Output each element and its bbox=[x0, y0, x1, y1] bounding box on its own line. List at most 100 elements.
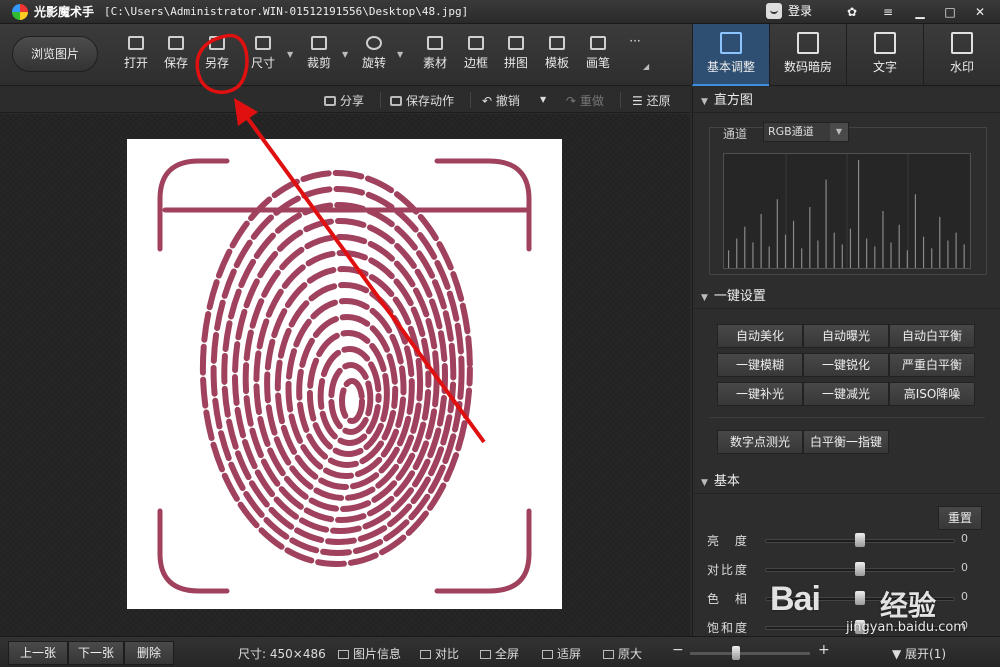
hue-label: 色 相 bbox=[707, 592, 753, 606]
rotate-dropdown-icon[interactable]: ▼ bbox=[397, 50, 405, 59]
rotate-button[interactable]: 旋转 bbox=[356, 36, 392, 71]
minimize-icon[interactable]: ▁ bbox=[906, 1, 934, 23]
histogram-bar bbox=[939, 216, 941, 268]
contrast-slider[interactable] bbox=[855, 562, 865, 576]
photo-canvas[interactable] bbox=[127, 139, 562, 609]
next-image-button[interactable]: 下一张 bbox=[68, 641, 124, 665]
expand-icon: ▼ bbox=[892, 647, 906, 661]
undo-button[interactable]: ↶ 撤销 bbox=[482, 92, 520, 109]
tab-text[interactable]: 文字 bbox=[846, 24, 923, 86]
image-size: 尺寸: 450×486 bbox=[238, 647, 326, 661]
histogram-title: 直方图 bbox=[713, 93, 753, 108]
title-bar: 光影魔术手 [C:\Users\Administrator.WIN-015121… bbox=[0, 0, 1000, 24]
crop-dropdown-icon[interactable]: ▼ bbox=[342, 50, 350, 59]
save-as-button[interactable]: 另存 bbox=[199, 36, 235, 71]
save-label: 保存 bbox=[163, 56, 188, 70]
expand-button[interactable]: ▼ 展开(1) bbox=[892, 645, 946, 662]
histogram-bar bbox=[825, 179, 827, 268]
zoom-slider[interactable] bbox=[732, 646, 740, 660]
sharpen-button[interactable]: 一键锐化 bbox=[803, 353, 889, 377]
skin-icon[interactable]: ✿ bbox=[838, 1, 866, 23]
brightness-value: 0 bbox=[961, 532, 968, 545]
brush-button[interactable]: 画笔 bbox=[580, 36, 616, 71]
image-info-button[interactable]: 图片信息 bbox=[338, 645, 401, 662]
collage-button[interactable]: 拼图 bbox=[498, 36, 534, 71]
size-label: 尺寸 bbox=[250, 56, 275, 70]
login-button[interactable]: 登录 bbox=[766, 2, 812, 19]
more-expand-icon[interactable]: ◢ bbox=[643, 62, 651, 71]
undo-dropdown-icon[interactable]: ▼ bbox=[540, 95, 546, 104]
channel-select[interactable]: RGB通道 ▼ bbox=[763, 122, 849, 142]
original-icon bbox=[603, 650, 614, 659]
app-logo-icon bbox=[12, 3, 28, 20]
brightness-label: 亮 度 bbox=[707, 534, 753, 548]
template-label: 模板 bbox=[544, 56, 569, 70]
delete-button[interactable]: 删除 bbox=[124, 641, 174, 665]
open-button[interactable]: 打开 bbox=[118, 36, 154, 71]
size-dropdown-icon[interactable]: ▼ bbox=[287, 50, 295, 59]
original-size-button[interactable]: 原大 bbox=[603, 645, 642, 662]
save-icon bbox=[168, 36, 184, 50]
redo-button[interactable]: ↷ 重做 bbox=[566, 92, 604, 109]
share-button[interactable]: 分享 bbox=[324, 92, 364, 109]
contrast-label: 对比度 bbox=[707, 563, 750, 577]
high-iso-denoise-button[interactable]: 高ISO降噪 bbox=[889, 382, 975, 406]
save-action-button[interactable]: 保存动作 bbox=[390, 92, 454, 109]
histogram-bar bbox=[784, 234, 787, 268]
tab-watermark-label: 水印 bbox=[949, 60, 974, 74]
zoom-out-icon[interactable]: − bbox=[672, 642, 684, 658]
histogram-bar bbox=[906, 250, 908, 268]
reduce-light-button[interactable]: 一键减光 bbox=[803, 382, 889, 406]
fullscreen-button[interactable]: 全屏 bbox=[480, 645, 519, 662]
histogram-bar bbox=[882, 211, 884, 268]
histogram-header[interactable]: ▼ 直方图 bbox=[693, 89, 1000, 113]
histogram-bar bbox=[841, 244, 843, 268]
severe-white-balance-button[interactable]: 严重白平衡 bbox=[889, 353, 975, 377]
oneclick-header[interactable]: ▼ 一键设置 bbox=[693, 285, 1000, 309]
crop-button[interactable]: 裁剪 bbox=[301, 36, 337, 71]
template-button[interactable]: 模板 bbox=[539, 36, 575, 71]
histogram-bar bbox=[955, 232, 957, 268]
maximize-icon[interactable]: □ bbox=[936, 1, 964, 23]
auto-white-balance-button[interactable]: 自动白平衡 bbox=[889, 324, 975, 348]
brush-icon bbox=[590, 36, 606, 50]
basic-header[interactable]: ▼ 基本 bbox=[693, 470, 1000, 494]
open-label: 打开 bbox=[123, 56, 148, 70]
tab-darkroom-label: 数码暗房 bbox=[783, 60, 832, 74]
save-as-icon bbox=[209, 36, 225, 50]
frame-corner bbox=[157, 508, 230, 594]
spot-metering-button[interactable]: 数字点测光 bbox=[717, 430, 803, 454]
border-label: 边框 bbox=[463, 56, 488, 70]
more-button[interactable]: ··· bbox=[617, 34, 653, 48]
histogram-bar bbox=[866, 238, 868, 268]
material-button[interactable]: 素材 bbox=[417, 36, 453, 71]
auto-exposure-button[interactable]: 自动曝光 bbox=[803, 324, 889, 348]
close-icon[interactable]: ✕ bbox=[966, 1, 994, 23]
save-action-label: 保存动作 bbox=[406, 94, 455, 108]
histogram-bar bbox=[792, 220, 795, 268]
fill-light-button[interactable]: 一键补光 bbox=[717, 382, 803, 406]
one-finger-white-balance-button[interactable]: 白平衡一指键 bbox=[803, 430, 889, 454]
share-label: 分享 bbox=[340, 94, 365, 108]
save-button[interactable]: 保存 bbox=[158, 36, 194, 71]
prev-image-button[interactable]: 上一张 bbox=[8, 641, 68, 665]
tab-basic-adjust[interactable]: 基本调整 bbox=[692, 24, 769, 86]
fullscreen-icon bbox=[480, 650, 491, 659]
reset-button[interactable]: 重置 bbox=[938, 506, 982, 530]
brightness-slider[interactable] bbox=[855, 533, 865, 547]
zoom-in-icon[interactable]: + bbox=[818, 642, 830, 658]
histogram-bar bbox=[963, 244, 965, 268]
auto-beautify-button[interactable]: 自动美化 bbox=[717, 324, 803, 348]
blur-button[interactable]: 一键模糊 bbox=[717, 353, 803, 377]
menu-icon[interactable]: ≡ bbox=[874, 1, 902, 23]
restore-button[interactable]: ☰ 还原 bbox=[632, 92, 671, 109]
browse-images-button[interactable]: 浏览图片 bbox=[12, 36, 98, 72]
tab-watermark[interactable]: 水印 bbox=[923, 24, 1000, 86]
zoom-track[interactable] bbox=[690, 652, 810, 655]
size-button[interactable]: 尺寸 bbox=[245, 36, 281, 71]
watermark-logo: Bai bbox=[770, 580, 821, 618]
fit-screen-button[interactable]: 适屏 bbox=[542, 645, 581, 662]
compare-button[interactable]: 对比 bbox=[420, 645, 459, 662]
tab-digital-darkroom[interactable]: 数码暗房 bbox=[769, 24, 846, 86]
border-button[interactable]: 边框 bbox=[458, 36, 494, 71]
